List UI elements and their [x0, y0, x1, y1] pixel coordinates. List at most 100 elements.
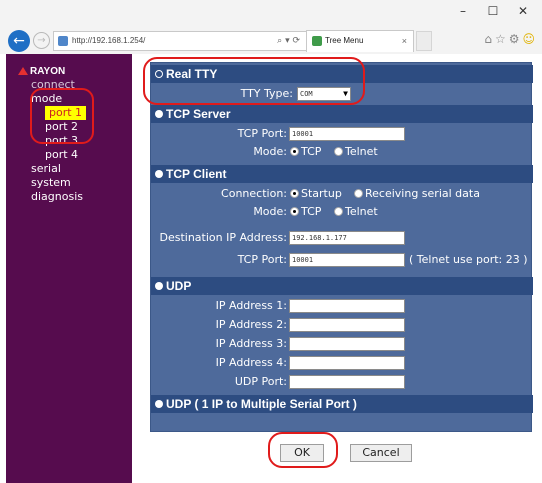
udp-ip3-row: IP Address 3: [151, 335, 533, 353]
logo-triangle-icon [18, 67, 28, 75]
udp-ip3-input[interactable] [289, 337, 405, 351]
sidebar-item-system[interactable]: system [31, 176, 86, 190]
udp-ip3-label: IP Address 3: [215, 337, 287, 350]
connection-receiving-label: Receiving serial data [365, 187, 480, 200]
radio-unchecked-icon [334, 207, 343, 216]
radio-checked-icon [290, 189, 299, 198]
bullet-icon [155, 282, 163, 290]
tcp-client-title: TCP Client [166, 167, 227, 181]
tcp-client-mode-row: Mode: TCP Telnet [151, 203, 533, 221]
sidebar-item-diagnosis[interactable]: diagnosis [31, 190, 86, 204]
radio-unchecked-icon [334, 147, 343, 156]
tcp-server-port-input[interactable]: 10001 [289, 127, 405, 141]
section-header-real-tty: Real TTY [151, 65, 533, 83]
section-header-udp: UDP [151, 277, 533, 295]
close-icon[interactable]: ✕ [508, 4, 538, 18]
content-area: Real TTY TTY Type: COM ▼ TCP Server TCP P… [132, 54, 542, 483]
section-header-udp-multi: UDP ( 1 IP to Multiple Serial Port ) [151, 395, 533, 413]
tab-favicon-icon [312, 36, 322, 46]
tcp-client-mode-telnet-label: Telnet [345, 205, 378, 218]
forward-arrow-icon[interactable]: → [33, 32, 50, 49]
udp-ip1-row: IP Address 1: [151, 297, 533, 315]
tcp-server-port-row: TCP Port: 10001 [151, 125, 533, 143]
udp-ip2-row: IP Address 2: [151, 316, 533, 334]
bullet-icon [155, 170, 163, 178]
connection-startup-radio[interactable]: Startup [290, 185, 342, 203]
tcp-client-connection-label: Connection: [221, 187, 287, 200]
tcp-client-mode-label: Mode: [253, 205, 287, 218]
tcp-client-mode-telnet-radio[interactable]: Telnet [334, 203, 378, 221]
radio-unchecked-icon [354, 189, 363, 198]
tcp-server-port-label: TCP Port: [237, 127, 287, 140]
sidebar-item-connect[interactable]: connect [31, 78, 86, 92]
home-icon[interactable]: ⌂ [484, 32, 495, 46]
page-favicon-icon [58, 36, 68, 46]
udp-ip2-label: IP Address 2: [215, 318, 287, 331]
connection-startup-label: Startup [301, 187, 342, 200]
sidebar-item-port-3[interactable]: port 3 [31, 134, 86, 148]
tab-close-icon[interactable]: × [402, 31, 407, 51]
udp-port-row: UDP Port: [151, 373, 533, 391]
udp-port-label: UDP Port: [234, 375, 287, 388]
minimize-icon[interactable]: – [448, 4, 478, 18]
ok-button[interactable]: OK [280, 444, 324, 462]
tcp-client-port-input[interactable]: 10001 [289, 253, 405, 267]
maximize-icon[interactable]: ☐ [478, 4, 508, 18]
sidebar-item-serial[interactable]: serial [31, 162, 86, 176]
tcp-client-mode-tcp-label: TCP [301, 205, 322, 218]
ring-bullet-icon [155, 70, 163, 78]
real-tty-title: Real TTY [166, 67, 218, 81]
chevron-down-icon: ▼ [343, 89, 348, 98]
tcp-server-mode-tcp-label: TCP [301, 145, 322, 158]
tty-type-value: COM [300, 90, 313, 98]
bullet-icon [155, 110, 163, 118]
address-tools[interactable]: ⌕ ▾ ⟳ [277, 32, 300, 50]
page: RAYON connect mode port 1 port 2 port 3 … [6, 54, 542, 483]
destination-ip-input[interactable]: 192.168.1.177 [289, 231, 405, 245]
tcp-client-port-row: TCP Port: 10001 ( Telnet use port: 23 ) [151, 251, 533, 269]
cancel-button[interactable]: Cancel [350, 444, 412, 462]
browser-tab[interactable]: Tree Menu × [306, 30, 414, 52]
tcp-server-mode-tcp-radio[interactable]: TCP [290, 143, 321, 161]
tcp-client-mode-tcp-radio[interactable]: TCP [290, 203, 321, 221]
toolbar-icons: ⌂☆⚙☺ [484, 32, 538, 46]
destination-ip-label: Destination IP Address: [159, 231, 287, 244]
udp-port-input[interactable] [289, 375, 405, 389]
telnet-port-note: ( Telnet use port: 23 ) [409, 253, 528, 266]
section-header-tcp-server: TCP Server [151, 105, 533, 123]
star-icon[interactable]: ☆ [495, 32, 509, 46]
section-header-tcp-client: TCP Client [151, 165, 533, 183]
tcp-client-port-label: TCP Port: [237, 253, 287, 266]
tab-title: Tree Menu [325, 36, 364, 45]
udp-ip1-input[interactable] [289, 299, 405, 313]
sidebar-item-port-4[interactable]: port 4 [31, 148, 86, 162]
radio-checked-icon [290, 147, 299, 156]
udp-ip2-input[interactable] [289, 318, 405, 332]
tty-type-row: TTY Type: COM ▼ [151, 85, 533, 103]
window-controls: – ☐ ✕ [448, 4, 538, 18]
smiley-icon[interactable]: ☺ [522, 32, 538, 46]
radio-checked-icon [290, 207, 299, 216]
port-settings-panel: Real TTY TTY Type: COM ▼ TCP Server TCP P… [150, 62, 533, 432]
tcp-server-mode-telnet-radio[interactable]: Telnet [334, 143, 378, 161]
udp-multi-title: UDP ( 1 IP to Multiple Serial Port ) [166, 397, 357, 411]
tree-menu: connect mode port 1 port 2 port 3 port 4… [31, 78, 87, 204]
destination-ip-row: Destination IP Address: 192.168.1.177 [151, 229, 533, 247]
tty-type-select[interactable]: COM ▼ [297, 87, 351, 101]
rayon-logo: RAYON [18, 66, 65, 77]
tcp-server-mode-label: Mode: [253, 145, 287, 158]
sidebar-item-port-1[interactable]: port 1 [45, 106, 87, 120]
new-tab-button[interactable] [416, 31, 432, 51]
tcp-server-mode-row: Mode: TCP Telnet [151, 143, 533, 161]
address-bar[interactable]: http://192.168.1.254/ ⌕ ▾ ⟳ [53, 31, 307, 51]
udp-ip4-row: IP Address 4: [151, 354, 533, 372]
sidebar-item-port-2[interactable]: port 2 [31, 120, 86, 134]
udp-ip4-input[interactable] [289, 356, 405, 370]
sidebar-item-mode[interactable]: mode [31, 92, 86, 106]
udp-ip1-label: IP Address 1: [215, 299, 287, 312]
back-arrow-icon[interactable]: ← [8, 30, 30, 52]
address-url: http://192.168.1.254/ [72, 36, 146, 45]
connection-receiving-radio[interactable]: Receiving serial data [354, 185, 480, 203]
gear-icon[interactable]: ⚙ [509, 32, 523, 46]
udp-ip4-label: IP Address 4: [215, 356, 287, 369]
